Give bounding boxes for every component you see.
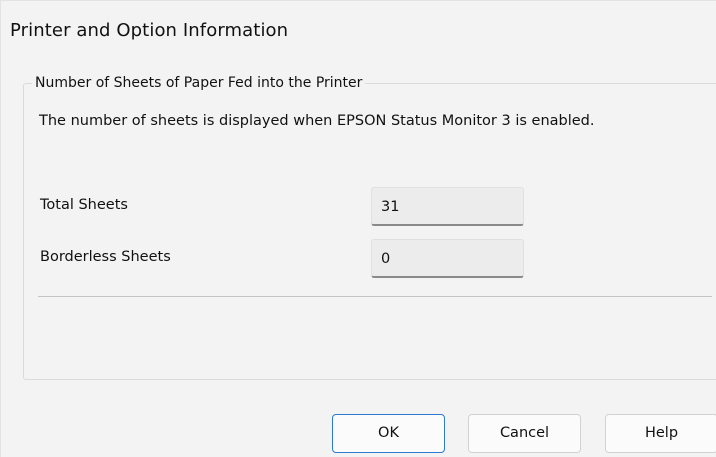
- printer-option-info-dialog: Printer and Option Information Number of…: [0, 0, 716, 457]
- total-sheets-field: 31: [371, 187, 524, 226]
- total-sheets-value: 31: [381, 199, 400, 215]
- divider: [38, 296, 712, 297]
- cancel-button[interactable]: Cancel: [468, 414, 581, 453]
- dialog-title: Printer and Option Information: [10, 20, 289, 41]
- title-bar: Printer and Option Information: [1, 1, 716, 59]
- borderless-sheets-label: Borderless Sheets: [40, 249, 171, 265]
- ok-button[interactable]: OK: [332, 414, 445, 453]
- group-description: The number of sheets is displayed when E…: [39, 113, 595, 129]
- borderless-sheets-value: 0: [381, 251, 391, 267]
- total-sheets-label: Total Sheets: [40, 197, 128, 213]
- borderless-sheets-field: 0: [371, 239, 524, 278]
- help-button[interactable]: Help: [605, 414, 716, 453]
- group-legend: Number of Sheets of Paper Fed into the P…: [32, 74, 366, 92]
- sheets-fed-group: Number of Sheets of Paper Fed into the P…: [23, 74, 716, 380]
